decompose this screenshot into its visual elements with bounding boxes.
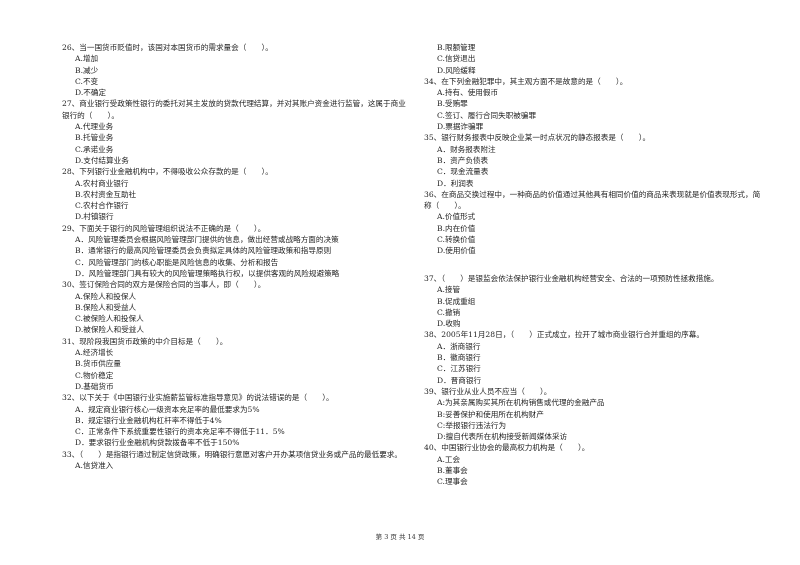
option-b: B.保险人和受益人 <box>75 302 137 312</box>
question-stem: 30、签订保险合同的双方是保险合同的当事人，即（ ）。 <box>62 280 266 290</box>
document-page: 26、当一国货币贬值时，该国对本国货币的需求量会（ ）。 A.增加 B.减少 C… <box>0 0 800 565</box>
option-b: B.限额管理 <box>437 43 476 52</box>
option-b: B.农村资金互助社 <box>75 189 137 199</box>
question-38: 38、2005年11月28日，（ ）正式成立，拉开了城市商业银行合并重组的序幕。… <box>424 329 764 385</box>
option-c: C.签订、履行合同失职被骗罪 <box>437 110 537 120</box>
option-d: D．利润表 <box>437 178 474 188</box>
question-stem: 35、银行财务报表中反映企业某一时点状况的静态报表是（ ）。 <box>424 133 651 143</box>
option-b: B.减少 <box>75 65 99 75</box>
option-b: B.内在价值 <box>437 223 476 233</box>
question-31: 31、现阶段我国货币政策的中介目标是（ ）。 A.经济增长 B.货币供应量 C.… <box>62 336 407 392</box>
option-b: B．通常银行的最高风险管理委员会负责拟定具体的风险管理政策和指导原则 <box>75 246 332 256</box>
option-b: B.托管业务 <box>75 133 114 143</box>
question-stem: 37、（ ）是银监会依法保护银行业金融机构经营安全、合法的一项预防性拯救措施。 <box>424 273 719 283</box>
page-number-footer: 第 3 页 共 14 页 <box>375 533 425 541</box>
option-b: B:妥善保护和使用所在机构财产 <box>437 409 544 419</box>
option-d: D．要求银行业金融机构贷款拨备率不低于150% <box>75 438 240 448</box>
option-a: A.持有、使用假币 <box>437 88 499 98</box>
right-column: B.限额管理 C.信贷退出 D.风险缓释 34、在下列金融犯罪中，其主观方面不是… <box>424 42 764 488</box>
question-33: 33、（ ）是指银行通过制定信贷政策，明确银行意愿对客户开办某项信贷业务或产品的… <box>62 449 407 472</box>
question-30: 30、签订保险合同的双方是保险合同的当事人，即（ ）。 A.保险人和投保人 B.… <box>62 279 407 335</box>
question-stem: 27、商业银行受政策性银行的委托对其主发放的贷款代理结算，并对其账户资金进行监管… <box>62 99 406 120</box>
option-b: B.董事会 <box>437 465 468 475</box>
option-d: D.被保险人和受益人 <box>75 325 144 335</box>
question-stem: 36、在商品交换过程中，一种商品的价值通过其他具有相同价值的商品来表现就是价值表… <box>424 189 761 211</box>
option-b: B．资产负债表 <box>437 155 489 165</box>
question-stem: 38、2005年11月28日，（ ）正式成立，拉开了城市商业银行合并重组的序幕。 <box>424 330 704 340</box>
option-c: C.撤销 <box>437 307 461 317</box>
question-35: 35、银行财务报表中反映企业某一时点状况的静态报表是（ ）。 A．财务报表附注 … <box>424 132 764 188</box>
question-29: 29、下面关于银行的风险管理组织说法不正确的是（ ）。 A．风险管理委员会根据风… <box>62 223 407 279</box>
option-c: C．正常条件下系统重要性银行的资本充足率不得低于11．5% <box>75 427 285 437</box>
option-d: D.票据诈骗罪 <box>437 122 484 132</box>
question-32: 32、以下关于《中国银行业实施薪监管标准指导意见》的说法错误的是（ ）。 A．规… <box>62 392 407 448</box>
option-a: A.接管 <box>437 285 461 295</box>
option-d: D.使用价值 <box>437 246 476 256</box>
option-d: D.收购 <box>437 319 461 329</box>
option-c: C.被保险人和投保人 <box>75 314 144 324</box>
option-d: D:擅自代表所在机构接受新闻媒体采访 <box>437 432 568 442</box>
option-a: A:为其亲属购买其所在机构销售或代理的金融产品 <box>437 398 605 408</box>
option-b: B.货币供应量 <box>75 359 121 369</box>
option-b: B.促成重组 <box>437 296 476 306</box>
left-column: 26、当一国货币贬值时，该国对本国货币的需求量会（ ）。 A.增加 B.减少 C… <box>62 42 407 471</box>
option-c: C.物价稳定 <box>75 370 114 380</box>
question-36: 36、在商品交换过程中，一种商品的价值通过其他具有相同价值的商品来表现就是价值表… <box>424 189 764 257</box>
option-a: A.增加 <box>75 54 99 64</box>
blank-gap <box>424 257 764 268</box>
option-d: D.基础货币 <box>75 381 114 391</box>
option-a: A.工会 <box>437 454 461 464</box>
question-stem: 33、（ ）是指银行通过制定信贷政策，明确银行意愿对客户开办某项信贷业务或产品的… <box>62 449 402 459</box>
option-a: A．风险管理委员会根据风险管理部门提供的信息，做出经营或战略方面的决策 <box>75 235 339 245</box>
question-28: 28、下列银行业金融机构中，不得吸收公众存款的是（ ）。 A.农村商业银行 B.… <box>62 166 407 222</box>
question-stem: 34、在下列金融犯罪中，其主观方面不是故意的是（ ）。 <box>424 76 628 86</box>
option-a: A.农村商业银行 <box>75 178 129 188</box>
question-stem: 28、下列银行业金融机构中，不得吸收公众存款的是（ ）。 <box>62 167 273 177</box>
question-39: 39、银行业从业人员不应当（ ）。 A:为其亲属购买其所在机构销售或代理的金融产… <box>424 386 764 442</box>
question-stem: 31、现阶段我国货币政策的中介目标是（ ）。 <box>62 336 228 346</box>
option-d: D．风险管理部门具有较大的风险管理策略执行权，以提供客观的风险规避策略 <box>75 268 340 278</box>
option-d: D.支付结算业务 <box>75 155 129 165</box>
option-c: C.承诺业务 <box>75 144 114 154</box>
option-c: C.理事会 <box>437 477 468 487</box>
option-a: A.保险人和投保人 <box>75 291 137 301</box>
question-stem: 26、当一国货币贬值时，该国对本国货币的需求量会（ ）。 <box>62 43 273 52</box>
option-d: D.村镇银行 <box>75 212 114 222</box>
option-a: A.价值形式 <box>437 212 476 222</box>
option-c: C．现金流量表 <box>437 167 489 177</box>
option-a: A．浙商银行 <box>437 341 481 351</box>
question-40: 40、中国银行业协会的最高权力机构是（ ）。 A.工会 B.董事会 C.理事会 <box>424 442 764 487</box>
question-26: 26、当一国货币贬值时，该国对本国货币的需求量会（ ）。 A.增加 B.减少 C… <box>62 42 407 98</box>
question-stem: 29、下面关于银行的风险管理组织说法不正确的是（ ）。 <box>62 223 266 233</box>
option-c: C:举报银行违法行为 <box>437 420 507 430</box>
option-c: C.信贷退出 <box>437 54 476 64</box>
question-27: 27、商业银行受政策性银行的委托对其主发放的贷款代理结算，并对其账户资金进行监管… <box>62 98 407 166</box>
option-a: A．规定商业银行核心一级资本充足率的最低要求为5% <box>75 404 260 414</box>
option-d: D．晋商银行 <box>437 375 482 385</box>
option-c: C．江苏银行 <box>437 364 481 374</box>
question-33-continued: B.限额管理 C.信贷退出 D.风险缓释 <box>424 42 764 76</box>
question-stem: 39、银行业从业人员不应当（ ）。 <box>424 386 552 396</box>
option-a: A．财务报表附注 <box>437 144 496 154</box>
question-34: 34、在下列金融犯罪中，其主观方面不是故意的是（ ）。 A.持有、使用假币 B.… <box>424 76 764 132</box>
option-a: A.代理业务 <box>75 122 114 132</box>
option-a: A.信贷准入 <box>75 460 114 470</box>
option-d: D.不确定 <box>75 88 107 98</box>
option-b: B.受贿罪 <box>437 99 468 109</box>
question-stem: 32、以下关于《中国银行业实施薪监管标准指导意见》的说法错误的是（ ）。 <box>62 393 334 403</box>
question-stem: 40、中国银行业协会的最高权力机构是（ ）。 <box>424 443 590 453</box>
option-b: B．规定银行业金融机构杠杆率不得低于4% <box>75 415 222 425</box>
option-a: A.经济增长 <box>75 348 114 358</box>
option-d: D.风险缓释 <box>437 65 476 75</box>
option-b: B．徽商银行 <box>437 353 481 363</box>
option-c: C.转换价值 <box>437 235 476 245</box>
option-c: C.农村合作银行 <box>75 201 129 211</box>
option-c: C.不变 <box>75 76 99 86</box>
option-c: C．风险管理部门的核心职能是风险信息的收集、分析和报告 <box>75 257 279 267</box>
question-37: 37、（ ）是银监会依法保护银行业金融机构经营安全、合法的一项预防性拯救措施。 … <box>424 273 764 329</box>
